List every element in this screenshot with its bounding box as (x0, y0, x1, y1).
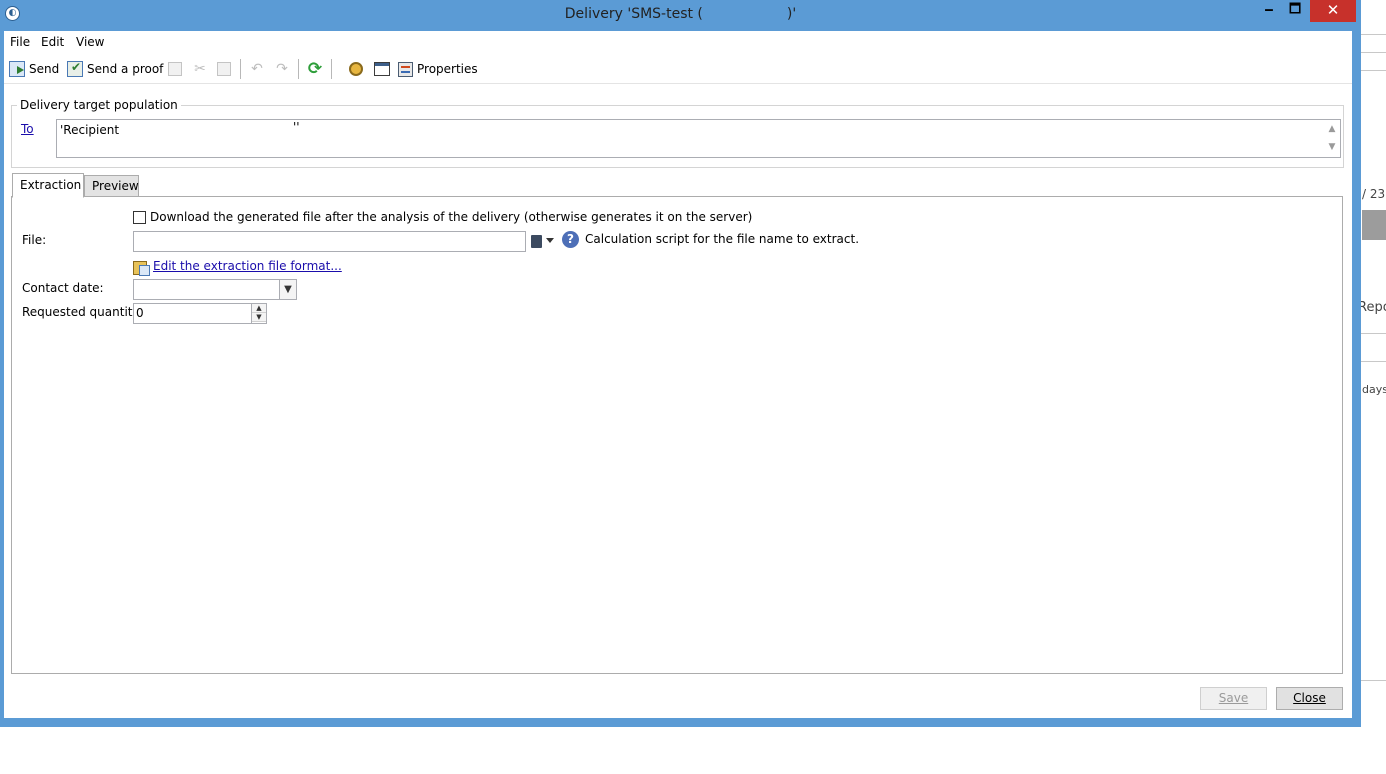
bg-scroll-block (1362, 210, 1386, 240)
window-title: Delivery 'SMS-test ( )' (0, 6, 1361, 22)
scroll-up-icon[interactable]: ▲ (1324, 120, 1340, 138)
increment-icon[interactable]: ▲ (252, 304, 266, 313)
window-client-area: File Edit View Send Send a proof ✂ (4, 31, 1352, 718)
send-proof-label: Send a proof (87, 62, 164, 76)
send-proof-button[interactable]: Send a proof (67, 59, 163, 79)
bg-divider (1360, 52, 1386, 53)
bg-repo-text: Repo (1358, 300, 1386, 315)
contact-date-label: Contact date: (22, 281, 104, 295)
tab-preview[interactable]: Preview (84, 175, 139, 197)
to-value: 'Recipient (60, 123, 120, 137)
redo-icon: ↷ (276, 61, 288, 77)
paste-button[interactable] (217, 59, 235, 79)
cut-icon: ✂ (194, 61, 206, 77)
to-value-end: '' (293, 120, 300, 134)
send-button[interactable]: Send (9, 59, 59, 79)
toolbar-separator (240, 59, 241, 79)
chevron-down-icon (546, 238, 554, 243)
gear-icon (349, 62, 363, 76)
menu-file[interactable]: File (4, 33, 36, 51)
send-label: Send (29, 62, 60, 76)
to-link[interactable]: To (21, 122, 34, 136)
requested-quantity-label: Requested quantity: (22, 305, 143, 319)
bg-divider (1360, 34, 1386, 35)
delivery-window: ◐ Delivery 'SMS-test ()' 🗕 🗖 ✕ File Edit… (0, 0, 1361, 727)
maximize-button[interactable]: 🗖 (1284, 0, 1306, 22)
clear-file-button[interactable] (531, 234, 557, 250)
help-icon[interactable]: ? (562, 231, 579, 248)
title-bar[interactable]: ◐ Delivery 'SMS-test ()' 🗕 🗖 ✕ (0, 0, 1361, 30)
bg-divider (1360, 680, 1386, 681)
help-text: Calculation script for the file name to … (585, 232, 860, 246)
properties-label: Properties (417, 62, 478, 76)
edit-extraction-format-link[interactable]: Edit the extraction file format... (153, 259, 342, 273)
properties-button[interactable]: Properties (398, 59, 478, 79)
target-population-legend: Delivery target population (17, 98, 181, 112)
menu-bar: File Edit View (4, 31, 1352, 53)
refresh-button[interactable]: ⟳ (307, 59, 327, 79)
typology-button[interactable] (349, 59, 367, 79)
decrement-icon[interactable]: ▼ (252, 313, 266, 322)
trash-icon (531, 235, 542, 248)
redo-button[interactable]: ↷ (274, 59, 294, 79)
close-label: Close (1293, 691, 1326, 705)
window-icon (374, 62, 390, 76)
requested-quantity-stepper[interactable]: 0 ▲ ▼ (133, 303, 267, 324)
send-proof-icon (67, 60, 83, 77)
bg-days-text: days (1362, 383, 1386, 396)
bg-divider (1360, 361, 1386, 362)
undo-button[interactable]: ↶ (249, 59, 269, 79)
properties-icon (398, 61, 413, 77)
toolbar: Send Send a proof ✂ ↶ ↷ (4, 54, 1352, 84)
preview-window-button[interactable] (374, 59, 394, 79)
menu-view[interactable]: View (70, 33, 110, 51)
save-button[interactable]: Save (1200, 687, 1267, 710)
window-title-prefix: Delivery 'SMS-test ( (564, 6, 703, 22)
download-file-label[interactable]: Download the generated file after the an… (150, 210, 752, 224)
undo-icon: ↶ (251, 61, 263, 77)
bg-divider (1360, 70, 1386, 71)
bg-divider (1360, 333, 1386, 334)
copy-icon (168, 62, 182, 76)
contact-date-select[interactable]: ▼ (133, 279, 297, 300)
copy-button[interactable] (168, 59, 186, 79)
file-label: File: (22, 233, 47, 247)
redacted-text (703, 6, 787, 18)
toolbar-separator (331, 59, 332, 79)
download-file-checkbox[interactable] (133, 211, 146, 224)
stepper-buttons: ▲ ▼ (251, 304, 266, 323)
chevron-down-icon[interactable]: ▼ (279, 280, 296, 299)
scroll-down-icon[interactable]: ▼ (1324, 138, 1340, 156)
send-icon (9, 61, 25, 77)
close-window-button[interactable]: ✕ (1310, 0, 1356, 22)
refresh-icon: ⟳ (307, 59, 323, 79)
to-field-scrollbar[interactable]: ▲ ▼ (1324, 120, 1340, 157)
background-app: / 23 Repo days (1358, 0, 1386, 774)
to-field[interactable]: 'Recipient '' ▲ ▼ (56, 119, 1341, 158)
menu-edit[interactable]: Edit (35, 33, 70, 51)
file-input[interactable] (133, 231, 526, 252)
paste-icon (217, 62, 231, 76)
tab-extraction[interactable]: Extraction (12, 173, 84, 198)
toolbar-separator (298, 59, 299, 79)
window-title-suffix: )' (786, 6, 797, 22)
close-button[interactable]: Close (1276, 687, 1343, 710)
save-label: Save (1218, 691, 1249, 705)
minimize-button[interactable]: 🗕 (1258, 0, 1280, 22)
requested-quantity-value: 0 (136, 306, 144, 320)
cut-button[interactable]: ✂ (192, 59, 212, 79)
file-format-icon (133, 259, 150, 276)
extraction-panel: Download the generated file after the an… (11, 196, 1343, 674)
bg-page-count: / 23 (1362, 187, 1386, 201)
